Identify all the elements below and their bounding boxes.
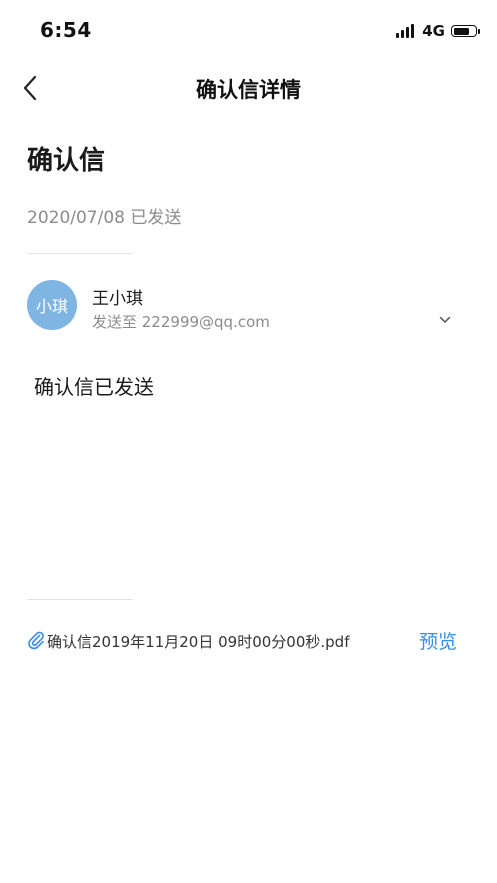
attachment-row: 确认信2019年11月20日 09时00分00秒.pdf 预览 (27, 627, 467, 655)
recipient-email: 发送至 222999@qq.com (92, 313, 270, 331)
nav-bar: 确认信详情 (0, 62, 497, 114)
chevron-down-icon (439, 316, 451, 323)
preview-button[interactable]: 预览 (419, 627, 457, 654)
recipient-name: 王小琪 (92, 289, 143, 309)
sent-date-status: 2020/07/08 已发送 (27, 208, 182, 228)
letter-title: 确认信 (27, 146, 106, 176)
network-type: 4G (422, 22, 445, 40)
status-indicators: 4G (396, 20, 480, 42)
expand-recipient-button[interactable] (435, 310, 455, 330)
signal-icon (396, 24, 416, 38)
divider (27, 599, 133, 600)
status-bar: 6:54 4G (0, 0, 497, 60)
paperclip-icon (28, 631, 44, 650)
avatar: 小琪 (27, 280, 77, 330)
battery-level (453, 27, 470, 35)
battery-icon (451, 25, 480, 37)
message-body: 确认信已发送 (34, 375, 154, 399)
page-title: 确认信详情 (196, 78, 301, 102)
attachment-file-name[interactable]: 确认信2019年11月20日 09时00分00秒.pdf (47, 631, 349, 652)
recipient-row: 小琪 王小琪 发送至 222999@qq.com (27, 280, 467, 332)
divider (27, 253, 133, 254)
status-time: 6:54 (40, 18, 92, 42)
